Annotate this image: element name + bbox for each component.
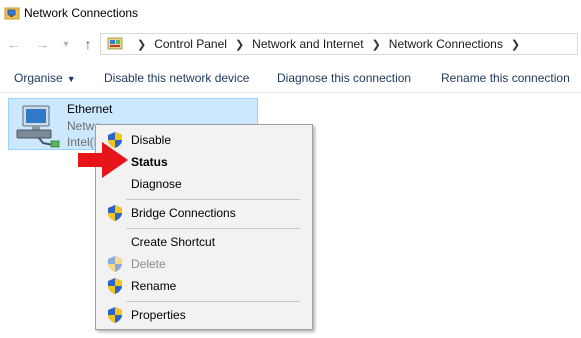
menu-item-bridge-connections[interactable]: Bridge Connections [98, 202, 310, 224]
connection-name: Ethernet [67, 102, 113, 116]
menu-item-rename[interactable]: Rename [98, 275, 310, 297]
breadcrumb-network-and-internet[interactable]: Network and Internet [252, 37, 363, 51]
menu-item-create-shortcut[interactable]: Create Shortcut [98, 231, 310, 253]
breadcrumb-network-connections[interactable]: Network Connections [389, 37, 503, 51]
forward-arrow-icon[interactable]: → [34, 36, 50, 52]
menu-item-label: Disable [131, 133, 172, 147]
red-arrow-icon [78, 142, 128, 178]
uac-shield-icon [108, 256, 122, 272]
chevron-right-icon[interactable]: ❯ [235, 38, 244, 51]
caret-down-icon: ▼ [66, 74, 76, 84]
menu-item-label: Status [131, 155, 168, 169]
window-title: Network Connections [24, 6, 139, 20]
menu-item-label: Create Shortcut [131, 235, 216, 249]
chevron-right-icon[interactable]: ❯ [511, 38, 520, 51]
chevron-down-icon[interactable]: ▼ [58, 36, 74, 52]
breadcrumb-control-panel[interactable]: Control Panel [154, 37, 227, 51]
menu-separator [126, 199, 300, 200]
chevron-right-icon[interactable]: ❯ [137, 38, 146, 51]
uac-shield-icon [108, 307, 122, 323]
organise-label: Organise [14, 71, 63, 85]
uac-shield-icon [108, 278, 122, 294]
menu-item-delete: Delete [98, 253, 310, 275]
address-bar[interactable]: ❯ Control Panel ❯ Network and Internet ❯… [100, 33, 578, 55]
title-bar: Network Connections [0, 0, 581, 28]
menu-item-label: Properties [131, 308, 186, 322]
breadcrumb: ❯ Control Panel ❯ Network and Internet ❯… [107, 34, 528, 54]
up-arrow-icon[interactable]: ↑ [80, 36, 96, 52]
network-folder-icon [4, 7, 20, 20]
uac-shield-icon [108, 205, 122, 221]
menu-separator [126, 301, 300, 302]
menu-item-label: Bridge Connections [131, 206, 236, 220]
menu-item-label: Rename [131, 279, 177, 293]
menu-item-label: Delete [131, 257, 166, 271]
network-adapter-icon [16, 105, 60, 148]
chevron-right-icon[interactable]: ❯ [372, 38, 381, 51]
organise-button[interactable]: Organise ▼ [14, 71, 76, 85]
disable-device-button[interactable]: Disable this network device [104, 71, 249, 85]
control-panel-icon [107, 37, 123, 50]
navigation-bar: ← → ▼ ↑ ❯ Control Panel ❯ Network and In… [0, 32, 581, 58]
menu-item-properties[interactable]: Properties [98, 304, 310, 326]
menu-item-label: Diagnose [131, 177, 182, 191]
command-bar: Organise ▼ Disable this network device Di… [0, 64, 581, 93]
menu-separator [126, 228, 300, 229]
rename-connection-button[interactable]: Rename this connection [441, 71, 570, 85]
diagnose-connection-button[interactable]: Diagnose this connection [277, 71, 411, 85]
back-arrow-icon[interactable]: ← [6, 36, 22, 52]
